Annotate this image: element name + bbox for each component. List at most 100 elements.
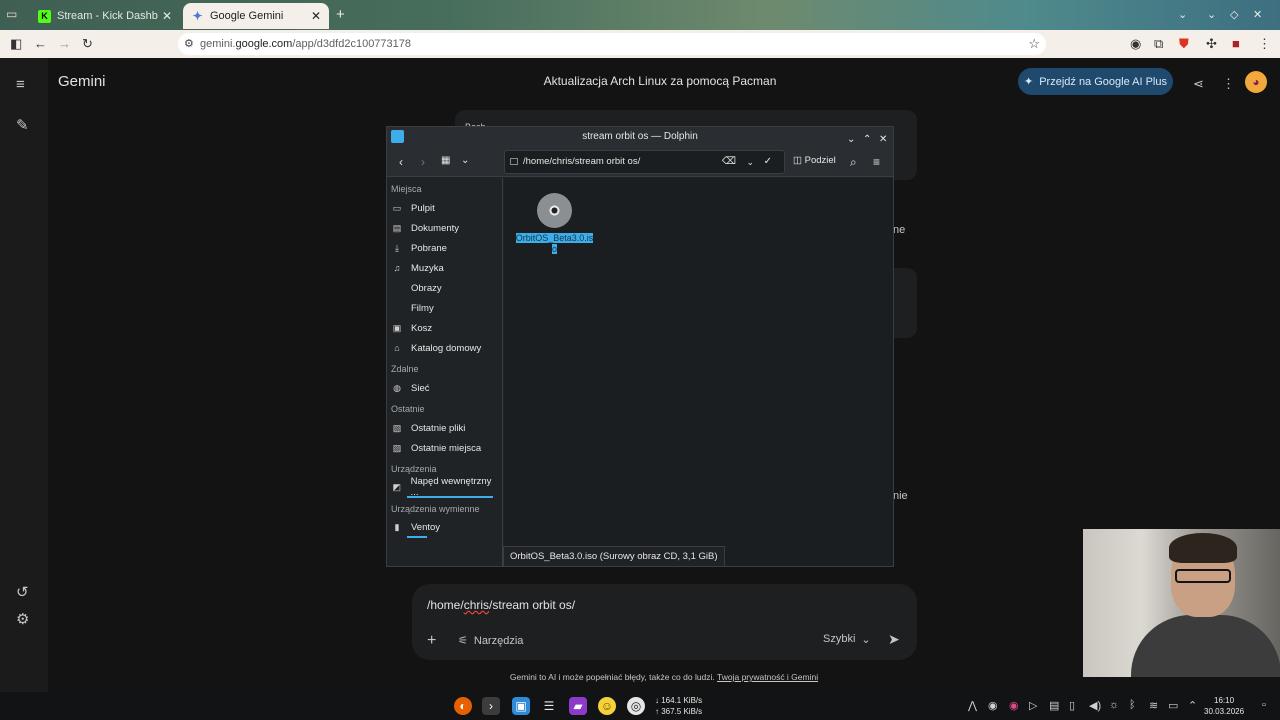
shield-extension-icon[interactable]: ⛊ — [1179, 36, 1189, 52]
confirm-check-icon[interactable]: ✓ — [764, 151, 772, 173]
file-name[interactable]: OrbitOS_Beta3.0.is o — [515, 233, 594, 255]
show-desktop-icon[interactable]: ▫ — [1262, 699, 1266, 711]
tools-button[interactable]: ⚟ Narzędzia — [458, 634, 524, 648]
brightness-icon[interactable]: ☼ — [1109, 699, 1119, 711]
tab-google-gemini[interactable]: ✦ Google Gemini ✕ — [183, 3, 329, 29]
search-icon[interactable]: ⌕ — [850, 155, 857, 170]
mixer-icon[interactable]: ☰ — [540, 697, 558, 715]
store-icon[interactable]: ▣ — [512, 697, 530, 715]
dolphin-titlebar[interactable]: stream orbit os — Dolphin ⌄ ⌃ ✕ — [387, 127, 893, 147]
emoji-app-icon[interactable]: ☺ — [598, 697, 616, 715]
tab-kick-dashboard[interactable]: K Stream - Kick Dashboard ✕ — [30, 3, 180, 29]
tray-media-icon[interactable]: ▷ — [1029, 699, 1037, 712]
browser-menu-icon[interactable]: ⋮ — [1258, 36, 1271, 52]
url-host: google.com — [235, 38, 293, 50]
address-bar[interactable]: ⚙ gemini. google.com/app/d3dfd2c100773178… — [178, 33, 1046, 55]
new-chat-icon[interactable]: ✎ — [16, 116, 29, 134]
back-icon[interactable]: ‹ — [399, 155, 403, 169]
extension-puzzle-icon[interactable]: ⧉ — [1154, 36, 1163, 52]
trash-icon: ▣ — [392, 322, 402, 333]
model-mode-selector[interactable]: Szybki ⌄ — [823, 633, 871, 646]
location-bar[interactable]: /home/chris/stream orbit os/ ⌫ ⌄ ✓ — [504, 150, 785, 174]
download-icon: ⤓ — [395, 242, 399, 253]
chevron-down-icon[interactable]: ⌄ — [461, 155, 469, 166]
firefox-icon[interactable]: ◐ — [454, 697, 472, 715]
display-icon[interactable]: ▭ — [1168, 699, 1178, 712]
clear-location-icon[interactable]: ⌫ — [722, 151, 736, 173]
terminal-icon[interactable]: › — [482, 697, 500, 715]
tab-list-chevron-icon[interactable]: ⌄ — [1178, 8, 1187, 21]
reload-icon[interactable]: ↻ — [82, 36, 93, 52]
place-recent-locations[interactable]: ▨ Ostatnie miejsca — [391, 440, 499, 456]
upgrade-button[interactable]: ✦ Przejdź na Google AI Plus — [1018, 68, 1173, 95]
place-music[interactable]: ♫ Muzyka — [391, 260, 499, 276]
file-status-bar: OrbitOS_Beta3.0.iso (Surowy obraz CD, 3,… — [503, 546, 725, 567]
forward-icon[interactable]: → — [58, 36, 71, 52]
recorder-extension-icon[interactable]: ■ — [1232, 36, 1240, 52]
wifi-icon[interactable]: ≋ — [1149, 699, 1158, 712]
close-window-icon[interactable]: ✕ — [1253, 8, 1262, 21]
split-view-button[interactable]: ◫ Podziel — [793, 155, 836, 166]
gemini-brand[interactable]: Gemini — [58, 73, 106, 90]
minimize-window-icon[interactable]: ⌄ — [1207, 8, 1216, 21]
hamburger-menu-icon[interactable]: ≡ — [873, 155, 880, 169]
site-info-icon[interactable]: ⚙ — [184, 37, 194, 50]
obs-icon[interactable]: ◎ — [627, 697, 645, 715]
clock[interactable]: 16:10 30.03.2026 — [1204, 695, 1244, 717]
share-icon[interactable]: ⋖ — [1193, 76, 1204, 92]
prompt-box[interactable]: /home/chris/stream orbit os/ + ⚟ Narzędz… — [412, 584, 917, 660]
place-pictures[interactable]: Obrazy — [391, 280, 499, 296]
tray-steam-icon[interactable]: ◉ — [988, 699, 998, 712]
chevron-down-icon[interactable]: ⌄ — [746, 151, 754, 173]
profile-extension-icon[interactable]: ◉ — [1130, 36, 1141, 52]
place-home[interactable]: ⌂ Katalog domowy — [391, 340, 499, 356]
bluetooth-icon[interactable]: ᛒ — [1129, 699, 1136, 711]
tab-search-icon[interactable]: ▭ — [6, 7, 22, 23]
tray-record-icon[interactable]: ◉ — [1009, 699, 1019, 712]
menu-icon[interactable]: ≡ — [16, 76, 25, 93]
tray-app-icon[interactable]: ⋀ — [968, 699, 977, 712]
network-speed: ↓ 164.1 KiB/s ↑ 367.5 KiB/s — [655, 695, 702, 717]
response-text-fragment: ne — [893, 224, 906, 236]
bookmark-star-icon[interactable]: ☆ — [1028, 36, 1040, 52]
volume-icon[interactable]: ◀) — [1089, 699, 1101, 712]
privacy-link[interactable]: Twoja prywatność i Gemini — [717, 672, 818, 682]
place-documents[interactable]: ▤ Dokumenty — [391, 220, 499, 236]
clock-time: 16:10 — [1214, 696, 1235, 705]
tray-expand-chevron-icon[interactable]: ⌃ — [1188, 699, 1197, 712]
forward-icon[interactable]: › — [421, 155, 425, 169]
place-recent-files[interactable]: ▧ Ostatnie pliki — [391, 420, 499, 436]
place-trash[interactable]: ▣ Kosz — [391, 320, 499, 336]
add-attachment-icon[interactable]: + — [427, 632, 436, 650]
new-tab-icon[interactable]: + — [336, 6, 345, 23]
maximize-window-icon[interactable]: ◇ — [1230, 8, 1238, 21]
file-manager-icon[interactable]: ▰ — [569, 697, 587, 715]
place-internal-drive[interactable]: ◩ Napęd wewnętrzny ... — [391, 476, 499, 498]
settings-icon[interactable]: ⚙ — [16, 610, 29, 628]
place-downloads[interactable]: ⤓ Pobrane — [391, 240, 499, 256]
close-tab-icon[interactable]: ✕ — [162, 9, 172, 23]
place-ventoy[interactable]: ▮ Ventoy — [391, 519, 499, 535]
webcam-person-body — [1131, 615, 1280, 677]
close-tab-icon[interactable]: ✕ — [311, 9, 321, 23]
avatar[interactable]: ◕ — [1245, 71, 1267, 93]
activity-history-icon[interactable]: ↺ — [16, 583, 29, 601]
tray-clipboard-icon[interactable]: ▤ — [1049, 699, 1059, 712]
conversation-title[interactable]: Aktualizacja Arch Linux za pomocą Pacman — [400, 74, 920, 88]
response-text-fragment: nie — [893, 490, 908, 502]
place-network[interactable]: ◍ Sieć — [391, 380, 499, 396]
tools-label: Narzędzia — [473, 634, 524, 647]
send-icon[interactable]: ➤ — [888, 631, 900, 648]
more-options-icon[interactable]: ⋮ — [1222, 76, 1235, 92]
location-path: /home/chris/stream orbit os/ — [523, 156, 641, 167]
place-videos[interactable]: Filmy — [391, 300, 499, 316]
back-icon[interactable]: ← — [34, 36, 47, 52]
view-mode-icon[interactable]: ▦ — [441, 155, 450, 166]
place-desktop[interactable]: ▭ Pulpit — [391, 200, 499, 216]
file-view[interactable]: OrbitOS_Beta3.0.is o — [504, 178, 893, 566]
sidebar-toggle-icon[interactable]: ◧ — [10, 36, 22, 52]
tray-usb-icon[interactable]: ▯ — [1069, 699, 1075, 712]
prompt-input[interactable]: /home/chris/stream orbit os/ — [427, 598, 575, 612]
download-speed: ↓ 164.1 KiB/s — [655, 696, 703, 705]
extensions-icon[interactable]: ✣ — [1206, 36, 1217, 52]
